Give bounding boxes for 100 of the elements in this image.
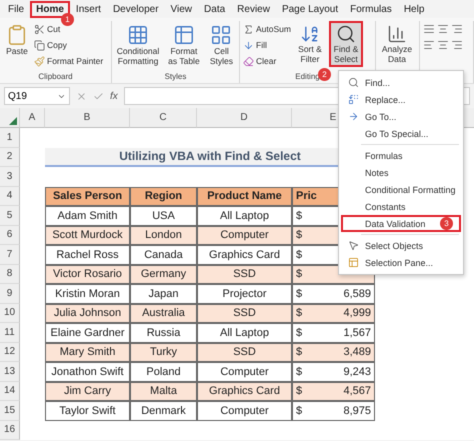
table-header-cell: Region — [130, 186, 197, 206]
table-cell: Graphics Card — [197, 382, 292, 401]
styles-button[interactable]: Conditional Formatting — [115, 21, 161, 69]
step-badge: 3 — [440, 217, 453, 230]
find-select-button[interactable]: Find & Select — [328, 21, 363, 67]
row-header[interactable]: 16 — [0, 420, 20, 440]
currency-sign: $ — [296, 210, 302, 222]
align-icon — [437, 23, 449, 35]
row-header[interactable]: 6 — [0, 226, 20, 245]
row-header[interactable]: 4 — [0, 186, 20, 206]
group-label: Clipboard — [38, 72, 73, 83]
row-header[interactable]: 11 — [0, 323, 20, 342]
ribbon-tab[interactable]: View — [164, 0, 198, 18]
row-header[interactable]: 9 — [0, 284, 20, 304]
menu-item[interactable]: Selection Pane... — [341, 254, 461, 271]
ribbon-tab[interactable]: Help — [398, 0, 430, 18]
function-label[interactable]: fx — [110, 90, 118, 102]
menu-item[interactable]: Notes — [341, 164, 461, 181]
name-box[interactable]: Q19 — [4, 87, 70, 105]
currency-sign: $ — [296, 366, 302, 378]
sort-filter-button[interactable]: Sort & Filter — [294, 21, 326, 67]
price-value: 4,999 — [343, 307, 371, 320]
table-cell: SSD — [197, 304, 292, 323]
styles-button[interactable]: Cell Styles — [206, 21, 236, 69]
price-value: 4,567 — [343, 385, 371, 398]
table-cell: Japan — [130, 284, 197, 304]
table-cell: Kristin Moran — [45, 284, 130, 304]
row-header[interactable]: 5 — [0, 206, 20, 226]
table-cell: Mary Smith — [45, 342, 130, 362]
eraser-icon — [243, 56, 254, 66]
column-header[interactable]: A — [20, 108, 45, 128]
menu-item[interactable]: Find... — [341, 74, 461, 91]
table-cell: Computer — [197, 362, 292, 382]
styles-button[interactable]: Format as Table — [164, 21, 204, 69]
row-header[interactable]: 1 — [0, 128, 20, 148]
pointer-icon — [348, 240, 359, 251]
price-value: 1,567 — [343, 326, 371, 339]
row-header[interactable]: 14 — [0, 382, 20, 401]
align-icon — [437, 39, 449, 51]
table-cell: All Laptop — [197, 323, 292, 342]
column-header[interactable]: C — [130, 108, 197, 128]
row-header[interactable]: 15 — [0, 401, 20, 420]
table-cell: Projector — [197, 284, 292, 304]
replace-icon — [348, 94, 359, 105]
select-all-corner[interactable] — [0, 108, 20, 128]
row-header[interactable]: 2 — [0, 148, 20, 167]
copy-button[interactable]: Copy — [34, 37, 104, 53]
analyze-data-button[interactable]: Analyze Data — [379, 21, 415, 67]
ribbon-tab[interactable]: Page Layout — [276, 0, 344, 18]
table-cell: Computer — [197, 401, 292, 420]
row-header[interactable]: 8 — [0, 264, 20, 284]
paste-button[interactable]: Paste — [3, 21, 31, 59]
copy-icon — [34, 40, 45, 50]
row-header[interactable]: 12 — [0, 342, 20, 362]
currency-sign: $ — [296, 248, 302, 261]
table-cell: All Laptop — [197, 206, 292, 226]
ribbon-tab[interactable]: Review — [231, 0, 276, 18]
paintbrush-icon — [34, 56, 45, 66]
triangle-icon — [9, 117, 17, 125]
ribbon-tab[interactable]: Developer — [106, 0, 165, 18]
table-cell: Denmark — [130, 401, 197, 420]
price-value: 6,589 — [343, 288, 371, 300]
column-header[interactable]: D — [197, 108, 292, 128]
ribbon-tab[interactable]: Data — [198, 0, 232, 18]
row-header[interactable]: 13 — [0, 362, 20, 382]
chart-icon — [387, 24, 407, 44]
search-icon — [336, 24, 356, 44]
step-badge: 1 — [60, 12, 74, 26]
table-icon — [127, 24, 149, 46]
price-value: 8,975 — [343, 404, 371, 417]
row-header[interactable]: 10 — [0, 304, 20, 323]
table-cell: Adam Smith — [45, 206, 130, 226]
table-cell: Turky — [130, 342, 197, 362]
ribbon-tab[interactable]: File — [2, 0, 30, 18]
menu-item[interactable]: Go To Special... — [341, 125, 461, 142]
scissors-icon — [34, 24, 45, 34]
column-header[interactable]: B — [45, 108, 130, 128]
fill-button[interactable]: Fill — [243, 37, 291, 53]
search-icon — [348, 77, 359, 88]
clipboard-icon — [6, 24, 28, 46]
table-cell: Graphics Card — [197, 245, 292, 264]
ribbon-tab[interactable]: Formulas — [344, 0, 398, 18]
menu-item[interactable]: Replace... — [341, 91, 461, 108]
currency-sign: $ — [296, 288, 302, 300]
autosum-button[interactable]: AutoSum — [243, 21, 291, 37]
table-cell: London — [130, 226, 197, 245]
row-header[interactable]: 3 — [0, 167, 20, 186]
currency-sign: $ — [296, 385, 302, 398]
clear-button[interactable]: Clear — [243, 53, 291, 69]
currency-sign: $ — [296, 326, 302, 339]
table-cell: Jonathon Swift — [45, 362, 130, 382]
table-header-cell: Sales Person — [45, 186, 130, 206]
table-cell: Taylor Swift — [45, 401, 130, 420]
sigma-icon — [243, 24, 254, 34]
price-value: 9,243 — [343, 366, 371, 378]
menu-item[interactable]: Select Objects — [341, 237, 461, 254]
row-header[interactable]: 7 — [0, 245, 20, 264]
table-cell: Julia Johnson — [45, 304, 130, 323]
table-cell: Elaine Gardner — [45, 323, 130, 342]
format-painter-button[interactable]: Format Painter — [34, 53, 104, 69]
